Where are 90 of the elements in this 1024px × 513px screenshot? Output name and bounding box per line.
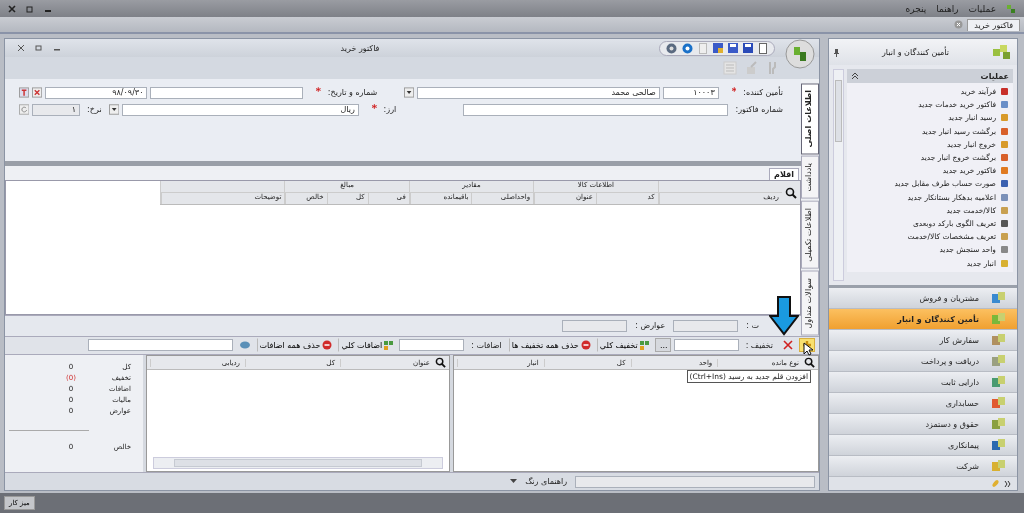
- module-button[interactable]: شرکت: [829, 456, 1017, 477]
- field-label: عوارض :: [634, 321, 667, 331]
- new-document-icon[interactable]: [758, 42, 768, 54]
- module-button[interactable]: مشتریان و فروش: [829, 288, 1017, 309]
- info-icon[interactable]: [666, 42, 677, 54]
- splitter-handle[interactable]: [5, 160, 801, 166]
- supplier-field[interactable]: صالحی محمد: [417, 86, 660, 99]
- field-label: تخفیف :: [744, 341, 774, 350]
- blocks-icon: [991, 333, 1007, 347]
- module-button[interactable]: دریافت و پرداخت: [829, 351, 1017, 372]
- field-label: ارز:: [382, 105, 398, 115]
- close-icon[interactable]: [954, 20, 964, 29]
- menu-item[interactable]: پنجره: [905, 3, 927, 14]
- field-label: شماره و تاریخ:: [326, 88, 379, 98]
- close-icon[interactable]: [8, 4, 16, 13]
- minus-circle-icon: [580, 340, 591, 351]
- delete-icon: [783, 340, 793, 351]
- restore-icon[interactable]: [26, 4, 34, 13]
- module-button[interactable]: پیمانکاری: [829, 435, 1017, 456]
- apply-button[interactable]: تخفیف کلي: [596, 338, 652, 353]
- field-label: شماره فاکتور:: [734, 105, 784, 115]
- field-label: تأمین کننده:: [742, 88, 784, 98]
- side-tab[interactable]: یادداشت: [801, 156, 819, 199]
- menu-item[interactable]: راهنما: [936, 3, 959, 14]
- help-icon[interactable]: [682, 42, 693, 54]
- code-field[interactable]: ۱۰۰۰۳: [662, 86, 719, 99]
- clear-icon[interactable]: [32, 87, 43, 99]
- scrollbar[interactable]: [153, 457, 443, 470]
- number-field[interactable]: [150, 86, 304, 99]
- cubes-icon: [991, 43, 1013, 61]
- blocks-icon: [991, 312, 1007, 326]
- side-tab[interactable]: سوالات متداول: [801, 270, 819, 335]
- date-field[interactable]: ۹۸/۰۹/۳۰: [45, 86, 148, 99]
- field-label: نرخ:: [86, 105, 103, 115]
- apply-button[interactable]: اضافات کلي: [338, 338, 397, 353]
- caret-icon[interactable]: [510, 479, 518, 485]
- pin-icon[interactable]: [833, 47, 840, 57]
- save-icon[interactable]: [743, 43, 753, 53]
- side-tab[interactable]: اطلاعات تکمیلی: [801, 200, 819, 269]
- module-button[interactable]: سفارش کار: [829, 330, 1017, 351]
- color-guide-dropdown[interactable]: راهنمای رنگ: [521, 477, 571, 487]
- blocks-icon: [991, 438, 1007, 452]
- remove-button[interactable]: حذف همه اضافات: [256, 338, 336, 353]
- paperclip-icon[interactable]: [991, 479, 1000, 488]
- close-icon[interactable]: [17, 44, 25, 52]
- currency-field[interactable]: ریال: [122, 103, 359, 116]
- more-button[interactable]: ...: [654, 338, 671, 353]
- field-label: اضافات :: [470, 341, 503, 350]
- blocks-icon: [991, 396, 1007, 410]
- menu-item[interactable]: عملیات: [968, 3, 996, 14]
- oval-icon: [238, 340, 251, 351]
- dropdown-icon[interactable]: [108, 104, 119, 116]
- blocks-icon: [991, 375, 1007, 389]
- scrollbar[interactable]: [833, 69, 844, 281]
- window-title: فاکتور خرید: [339, 43, 381, 53]
- minus-circle-icon: [322, 340, 333, 351]
- document-tab[interactable]: فاکتور خرید: [967, 18, 1020, 31]
- refresh-icon[interactable]: [19, 104, 30, 116]
- expand-icon[interactable]: [1004, 479, 1011, 488]
- down-arrow-icon: [769, 296, 799, 336]
- field-label: ت :: [745, 321, 760, 331]
- panel-title: تأمین کنندگان و انبار: [880, 47, 951, 57]
- search-icon[interactable]: [804, 357, 815, 369]
- app-logo-icon: [1006, 3, 1016, 14]
- dropdown-icon[interactable]: [404, 87, 415, 99]
- save-icon[interactable]: [728, 43, 738, 53]
- section-title: عملیات: [980, 71, 1009, 81]
- amount-field[interactable]: [562, 319, 628, 332]
- module-button[interactable]: حسابداری: [829, 393, 1017, 414]
- blocks-icon: [991, 354, 1007, 368]
- remove-button[interactable]: حذف همه تخفیف ها: [508, 338, 594, 353]
- amount-field[interactable]: [673, 319, 739, 332]
- grid-icon: [384, 341, 394, 350]
- side-tab[interactable]: اطلاعات اصلی: [801, 82, 819, 155]
- search-icon[interactable]: [435, 357, 446, 369]
- blocks-icon: [991, 459, 1007, 473]
- combo-field[interactable]: [399, 339, 465, 352]
- search-icon[interactable]: [785, 186, 797, 199]
- blocks-icon: [991, 417, 1007, 431]
- text-field[interactable]: [87, 339, 233, 352]
- collapse-icon[interactable]: [851, 72, 859, 80]
- blocks-icon: [991, 291, 1007, 305]
- items-tab[interactable]: اقلام: [769, 167, 799, 180]
- restore-icon[interactable]: [35, 44, 43, 52]
- module-button[interactable]: تأمین کنندگان و انبار: [829, 309, 1017, 330]
- grid-icon: [639, 341, 649, 350]
- module-button[interactable]: دارایی ثابت: [829, 372, 1017, 393]
- combo-field[interactable]: [673, 339, 739, 352]
- module-button[interactable]: حقوق و دستمزد: [829, 414, 1017, 435]
- invoice-number-field[interactable]: [463, 103, 729, 116]
